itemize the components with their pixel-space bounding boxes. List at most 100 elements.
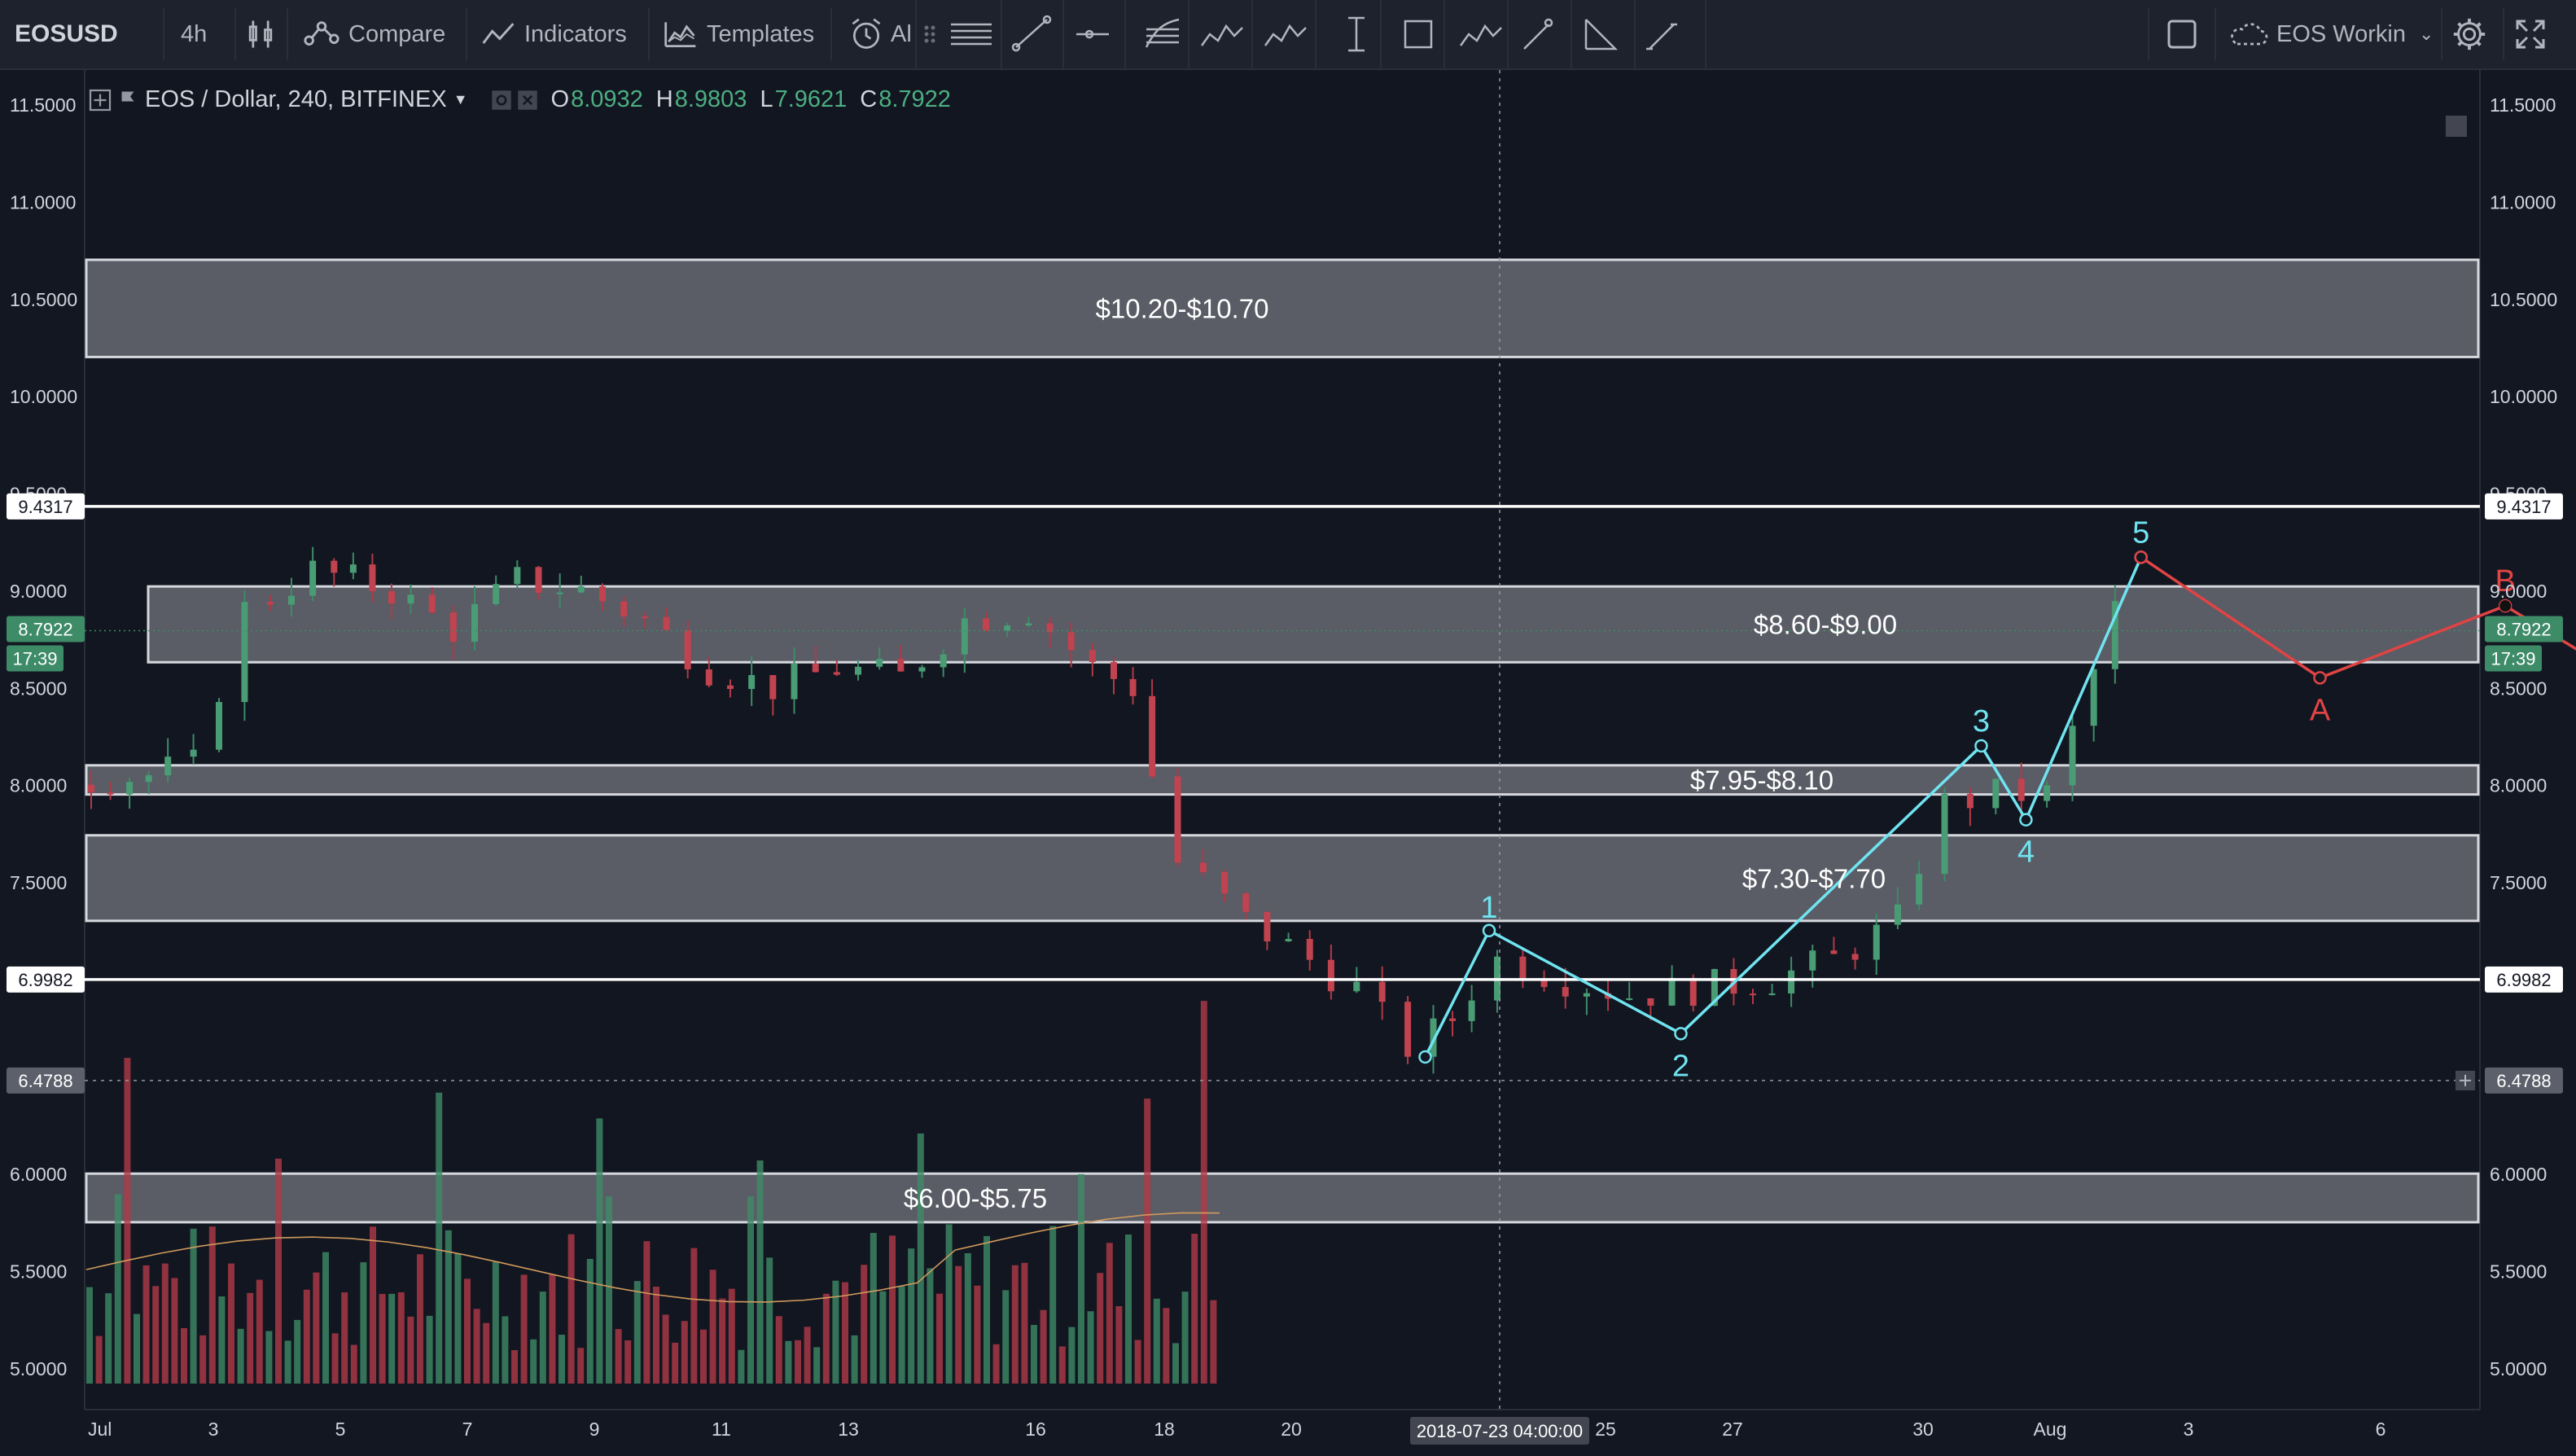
correction-wave-point[interactable] [2134, 550, 2148, 564]
left-price-tag: 17:39 [12, 649, 57, 669]
indicators-button[interactable]: Indicators [480, 0, 627, 68]
indicators-icon [482, 23, 515, 44]
scroll-lock-icon[interactable] [2446, 116, 2467, 137]
support-resistance-zone[interactable] [85, 258, 2480, 358]
layout-button[interactable]: EOS Workin ⌄ [2228, 0, 2434, 68]
candle-body [2017, 778, 2025, 801]
support-resistance-zone[interactable] [85, 1172, 2480, 1224]
horizontal-ray-icon[interactable] [1076, 29, 1109, 39]
crosshair-plus-icon[interactable] [2456, 1070, 2475, 1090]
fullscreen-button[interactable] [2514, 0, 2547, 68]
volume-bar [1068, 1327, 1076, 1384]
volume-bar [795, 1340, 801, 1384]
chart-style-button[interactable] [243, 0, 278, 68]
zone-label: $10.20-$10.70 [1096, 294, 1269, 324]
abcd-wave-icon[interactable] [1264, 24, 1307, 46]
candle-body [1404, 1002, 1412, 1057]
expand-icon[interactable] [88, 88, 112, 112]
candle-body [748, 675, 756, 690]
settings-button[interactable] [2451, 0, 2488, 68]
close-square-icon[interactable] [517, 90, 538, 111]
measure-icon[interactable] [1584, 19, 1619, 50]
volume-bar [199, 1335, 207, 1384]
candle-body [1264, 911, 1271, 942]
symbol-title[interactable]: EOS / Dollar, 240, BITFINEX [145, 86, 447, 113]
left-axis-tick: 11.0000 [10, 191, 76, 213]
candle-body [1221, 872, 1229, 894]
volume-bar [813, 1347, 821, 1384]
volume-bar [303, 1289, 310, 1384]
select-checkbox-button[interactable] [2166, 0, 2198, 68]
flag-icon[interactable] [117, 88, 138, 112]
zone-label: $8.60-$9.00 [1754, 610, 1897, 640]
time-axis-tick: 16 [1025, 1419, 1046, 1440]
support-resistance-zone[interactable] [85, 834, 2480, 923]
divider [2441, 8, 2442, 60]
volume-bar [1097, 1273, 1104, 1384]
pitchfork-icon[interactable] [1145, 18, 1180, 48]
volume-bar [1021, 1262, 1028, 1384]
volume-bar [1115, 1306, 1123, 1384]
symbol-search-button[interactable]: EOSUSD [15, 0, 118, 68]
volume-bar [785, 1340, 792, 1384]
volume-bar [134, 1313, 140, 1384]
interval-button[interactable]: 4h [181, 0, 207, 68]
volume-bar [709, 1270, 716, 1384]
candle-body [1519, 956, 1527, 981]
low-label: L [760, 86, 773, 112]
chevron-down-icon: ⌄ [2419, 24, 2434, 44]
divider [287, 8, 288, 60]
prediction-icon[interactable] [1646, 23, 1677, 50]
drag-handle-icon[interactable] [924, 25, 935, 43]
time-axis-tick: 3 [208, 1419, 219, 1440]
fullscreen-icon [2516, 20, 2545, 49]
left-price-tag: 8.7922 [18, 620, 72, 640]
elliott-wave-icon[interactable] [1459, 24, 1502, 46]
candle-body [1353, 981, 1360, 992]
volume-bar [256, 1279, 263, 1384]
price-chart[interactable]: 12345ABC12345 11.500011.500011.000011.00… [0, 70, 2576, 1456]
candle-body [812, 664, 819, 673]
templates-button[interactable]: Templates [663, 0, 814, 68]
support-resistance-zone[interactable] [85, 764, 2480, 796]
volume-bar [908, 1248, 915, 1384]
candle-body [599, 586, 606, 602]
impulse-wave-1-point[interactable] [2019, 813, 2033, 827]
xabcd-pattern-icon[interactable] [1200, 24, 1243, 46]
cloud-icon [2231, 23, 2268, 46]
caret-down-icon[interactable]: ▼ [453, 91, 468, 108]
settings-square-icon[interactable] [491, 90, 512, 111]
impulse-wave-1-point[interactable] [1674, 1027, 1688, 1041]
alert-button[interactable]: Al [848, 0, 912, 68]
candle-body [684, 629, 691, 670]
brush-icon[interactable] [1523, 18, 1553, 50]
volume-bar [586, 1258, 594, 1384]
right-axis-tick: 6.0000 [2490, 1164, 2547, 1185]
candle-body [642, 616, 649, 619]
right-axis-tick: 5.0000 [2490, 1358, 2547, 1379]
volume-bar [1040, 1309, 1047, 1384]
impulse-wave-1-point[interactable] [1974, 739, 1988, 753]
candle-body [1583, 993, 1590, 997]
rectangle-icon[interactable] [1404, 20, 1433, 49]
trend-line-icon[interactable] [1011, 15, 1052, 52]
candle-body [705, 669, 712, 686]
candle-body [369, 564, 376, 592]
candle-body [1562, 987, 1569, 997]
volume-bar [539, 1292, 546, 1384]
time-axis-tick: 7 [462, 1419, 473, 1440]
compare-icon [304, 21, 340, 46]
candle-body [1626, 998, 1633, 1001]
compare-button[interactable]: Compare [303, 0, 445, 68]
impulse-wave-1-point[interactable] [1418, 1050, 1432, 1064]
correction-wave-point[interactable] [2313, 671, 2327, 685]
candle-body [2090, 669, 2097, 726]
candle-body [1768, 993, 1776, 995]
impulse-wave-1-point[interactable] [1482, 923, 1496, 938]
divider [234, 8, 236, 60]
text-cursor-icon[interactable] [1348, 16, 1365, 52]
volume-bar [879, 1291, 887, 1384]
compare-label: Compare [348, 20, 446, 47]
left-axis-tick: 10.5000 [10, 289, 77, 310]
horizontal-lines-icon[interactable] [951, 23, 992, 46]
